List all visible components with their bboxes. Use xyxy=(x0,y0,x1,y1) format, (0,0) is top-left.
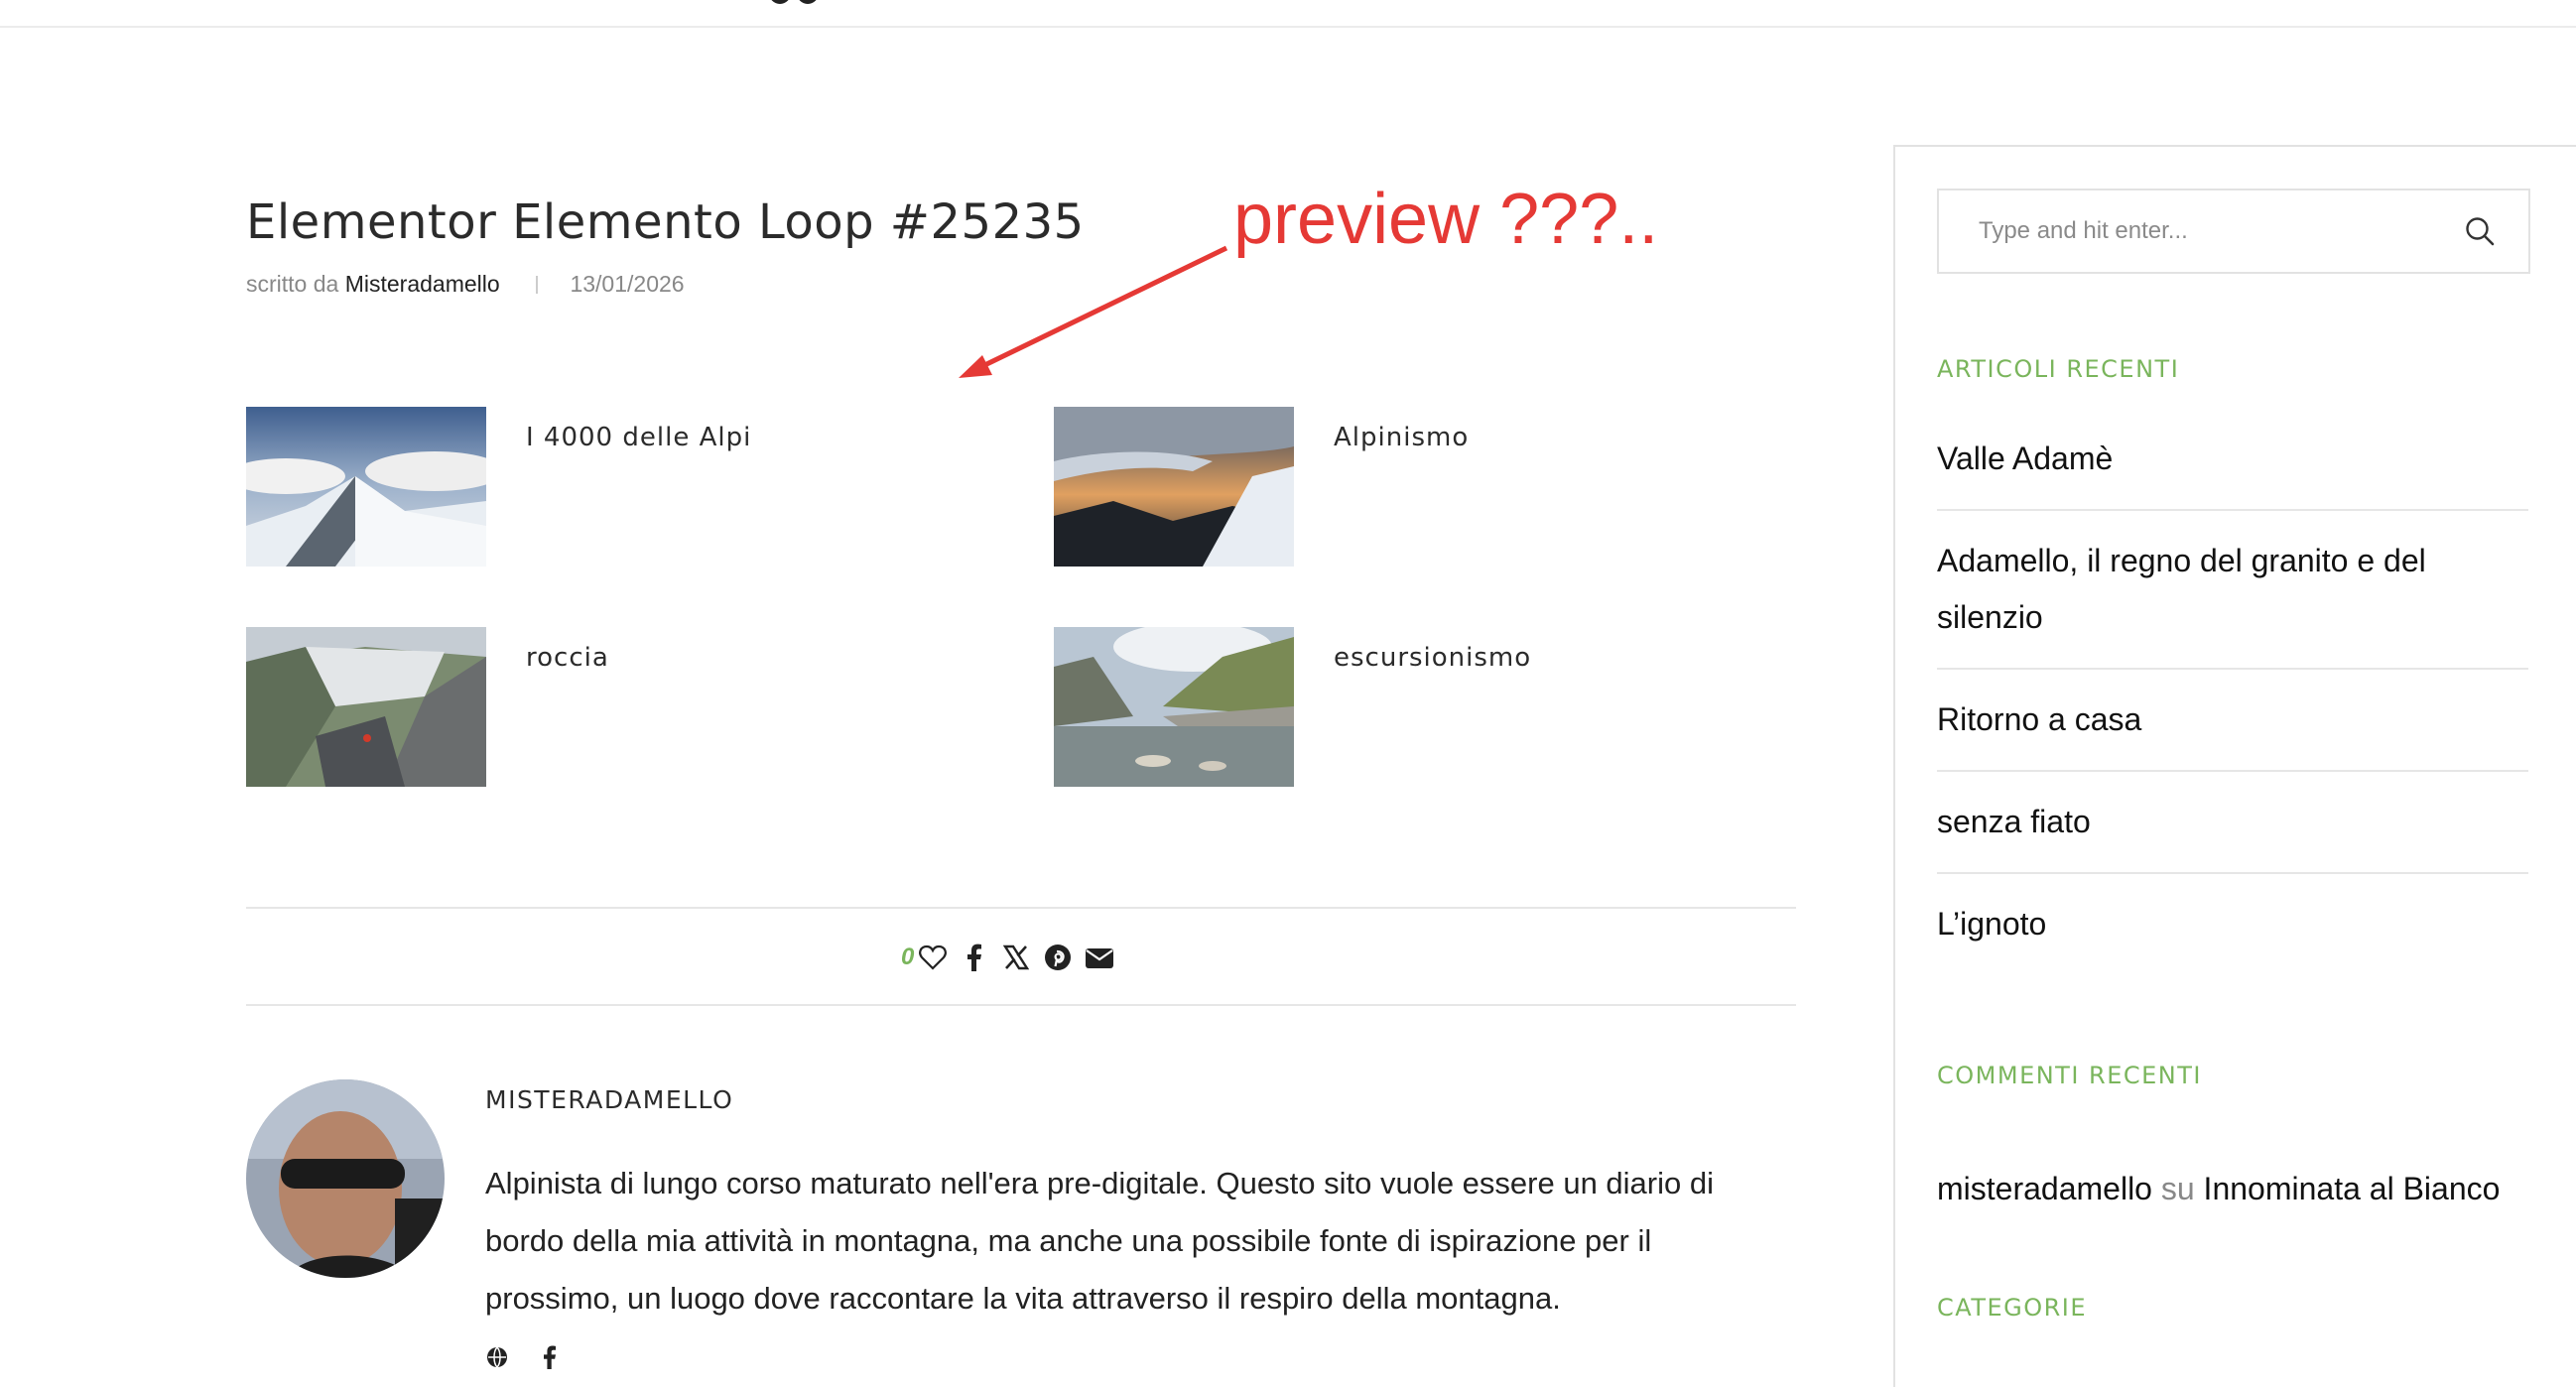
post-author-link[interactable]: Misteradamello xyxy=(345,271,500,297)
share-bar: 0 xyxy=(246,907,1796,1006)
facebook-icon[interactable] xyxy=(960,943,989,972)
categories-title: CATEGORIE xyxy=(1937,1294,2088,1322)
post-date: 13/01/2026 xyxy=(570,271,685,297)
site-header xyxy=(0,0,2576,28)
author-name[interactable]: MISTERADAMELLO xyxy=(485,1085,733,1114)
author-box: MISTERADAMELLO Alpinista di lungo corso … xyxy=(246,1079,1794,1369)
loop-item[interactable]: Alpinismo xyxy=(1054,407,1828,567)
recent-posts-list: Valle Adamè Adamello, il regno del grani… xyxy=(1937,409,2528,974)
recent-post-link[interactable]: senza fiato xyxy=(1937,772,2528,874)
search-input[interactable] xyxy=(1939,190,2455,272)
sidebar: ARTICOLI RECENTI Valle Adamè Adamello, i… xyxy=(1893,145,2576,1387)
x-icon[interactable] xyxy=(1001,943,1031,972)
loop-grid: I 4000 delle Alpi Alpinismo roccia escur… xyxy=(246,407,1794,787)
author-social xyxy=(485,1345,557,1374)
search-icon[interactable] xyxy=(2465,216,2495,246)
alpine-lake-thumbnail[interactable] xyxy=(1054,627,1294,787)
loop-item-label[interactable]: roccia xyxy=(526,643,609,673)
site-logo-fragment[interactable] xyxy=(769,0,819,4)
loop-item[interactable]: roccia xyxy=(246,627,1020,788)
author-bio: Alpinista di lungo corso maturato nell'e… xyxy=(485,1166,1714,1316)
recent-post-link[interactable]: Ritorno a casa xyxy=(1937,670,2528,772)
search-box xyxy=(1937,189,2530,274)
annotation-arrow xyxy=(959,245,1228,378)
comment-post-link[interactable]: Innominata al Bianco xyxy=(2204,1171,2501,1206)
comment-connector: su xyxy=(2160,1171,2195,1206)
recent-posts-title: ARTICOLI RECENTI xyxy=(1937,355,2180,383)
globe-icon[interactable] xyxy=(485,1345,509,1374)
avatar[interactable] xyxy=(246,1079,445,1278)
meta-divider xyxy=(536,276,539,294)
recent-post-link[interactable]: Valle Adamè xyxy=(1937,409,2528,511)
annotation-text: preview ???.. xyxy=(1233,180,1659,259)
rock-climbing-thumbnail[interactable] xyxy=(246,627,486,787)
loop-item[interactable]: escursionismo xyxy=(1054,627,1828,788)
snowy-ridge-thumbnail[interactable] xyxy=(246,407,486,567)
facebook-icon[interactable] xyxy=(543,1345,557,1374)
heart-icon[interactable] xyxy=(918,943,948,972)
loop-item-label[interactable]: Alpinismo xyxy=(1334,423,1469,452)
email-icon[interactable] xyxy=(1085,943,1114,972)
pinterest-icon[interactable] xyxy=(1043,943,1073,972)
recent-comment: misteradamello su Innominata al Bianco xyxy=(1937,1161,2500,1217)
recent-post-link[interactable]: L’ignoto xyxy=(1937,874,2528,974)
comment-author-link[interactable]: misteradamello xyxy=(1937,1171,2152,1206)
like-count: 0 xyxy=(901,944,915,970)
loop-item-label[interactable]: escursionismo xyxy=(1334,643,1531,673)
loop-item[interactable]: I 4000 delle Alpi xyxy=(246,407,1020,567)
meta-prefix: scritto da xyxy=(246,271,339,297)
recent-post-link[interactable]: Adamello, il regno del granito e del sil… xyxy=(1937,511,2528,670)
loop-item-label[interactable]: I 4000 delle Alpi xyxy=(526,423,751,452)
ice-cornice-thumbnail[interactable] xyxy=(1054,407,1294,567)
recent-comments-title: COMMENTI RECENTI xyxy=(1937,1062,2202,1089)
post-meta: scritto da Misteradamello 13/01/2026 xyxy=(246,271,685,298)
